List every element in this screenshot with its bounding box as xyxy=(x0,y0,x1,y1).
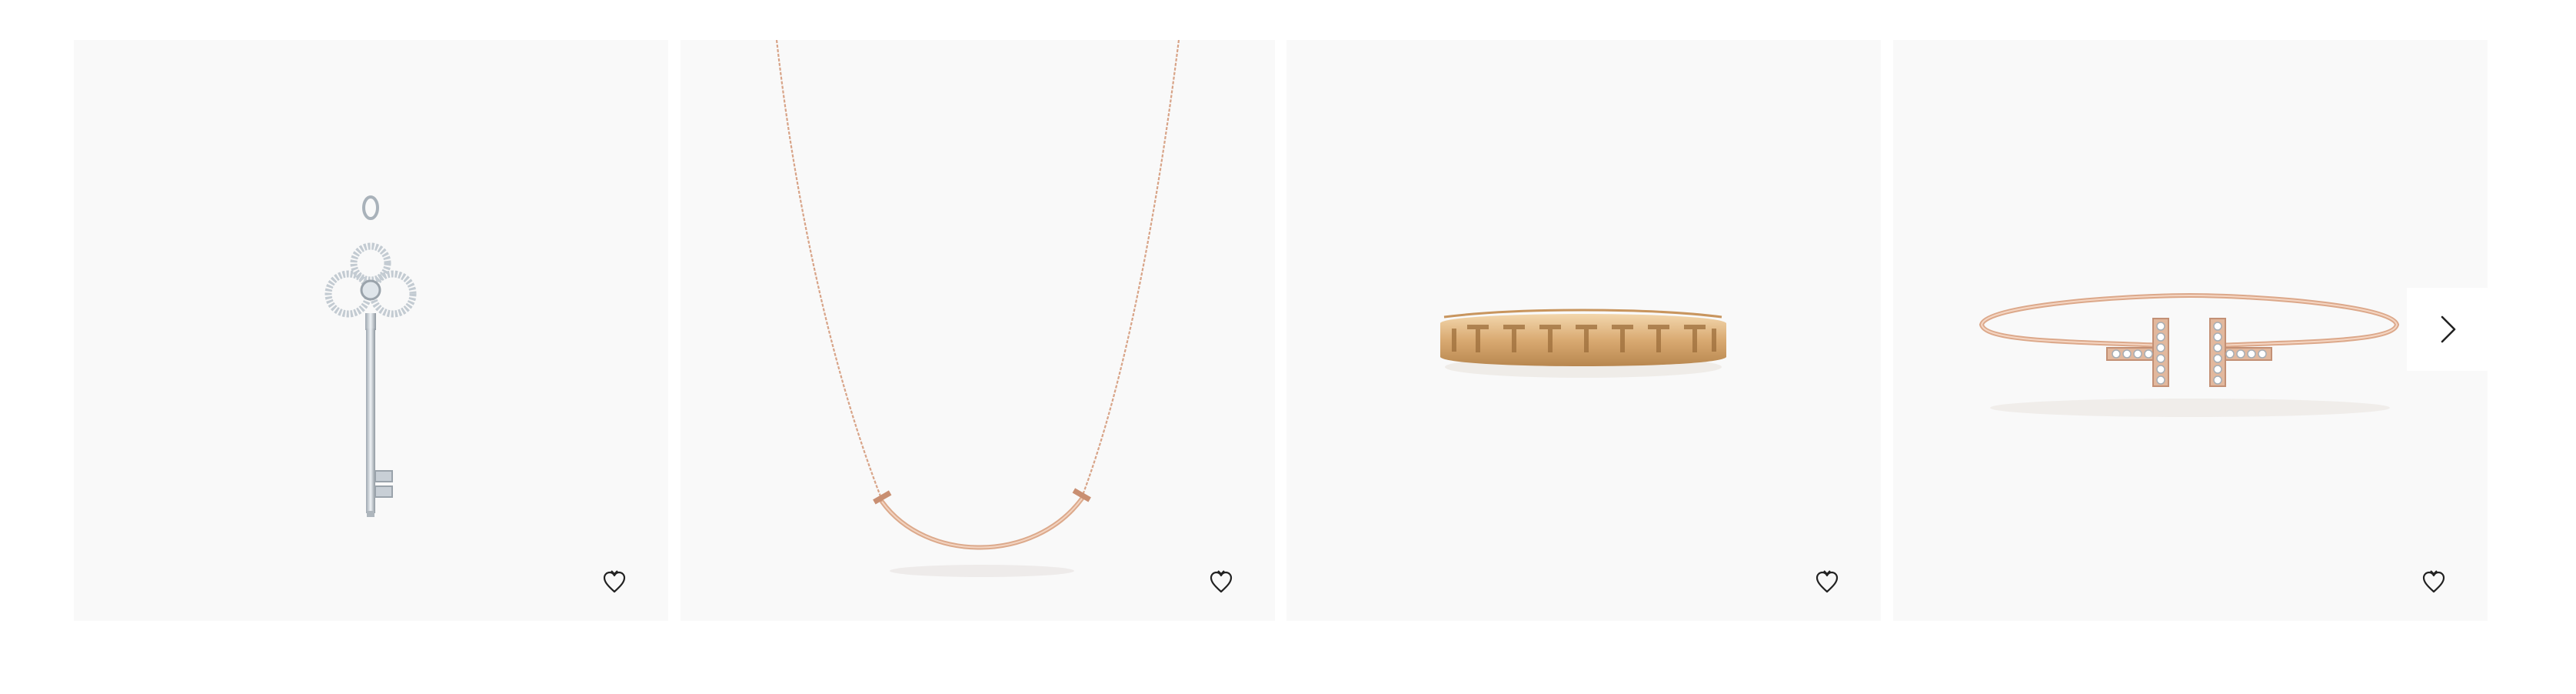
wishlist-heart-icon[interactable] xyxy=(1812,567,1842,598)
product-card-key-pendant[interactable] xyxy=(74,40,668,621)
product-carousel xyxy=(0,0,2576,694)
chevron-right-icon xyxy=(2441,315,2456,343)
wishlist-heart-icon[interactable] xyxy=(599,567,630,598)
t-wire-bracelet-image xyxy=(1979,292,2400,417)
key-pendant-image xyxy=(324,195,417,517)
wishlist-heart-icon[interactable] xyxy=(2418,567,2449,598)
carousel-next-button[interactable] xyxy=(2407,288,2490,371)
product-card-t-ring[interactable] xyxy=(1286,40,1881,621)
smile-necklace-image xyxy=(775,40,1180,577)
product-card-smile-necklace[interactable] xyxy=(681,40,1275,621)
product-card-t-wire-bracelet[interactable] xyxy=(1893,40,2488,621)
t-ring-image xyxy=(1440,309,1726,378)
wishlist-heart-icon[interactable] xyxy=(1206,567,1236,598)
